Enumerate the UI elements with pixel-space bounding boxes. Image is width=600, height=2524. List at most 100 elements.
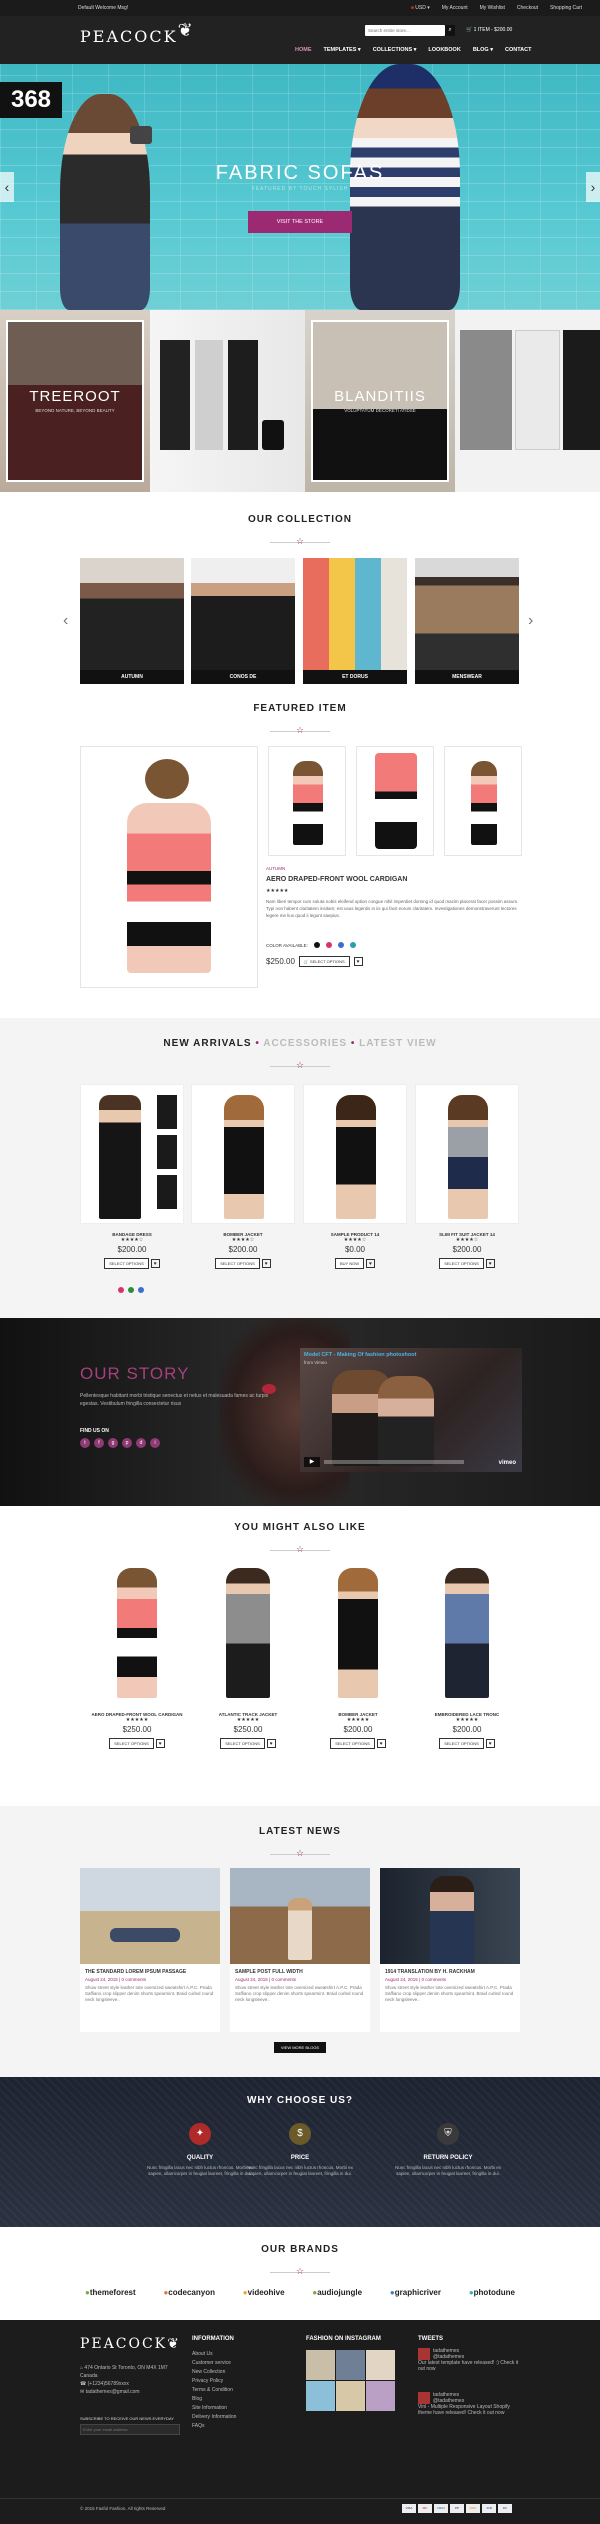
wishlist-heart-icon[interactable]: ♥	[376, 1739, 386, 1748]
instagram-photo[interactable]	[366, 2381, 395, 2411]
pinterest-icon[interactable]: p	[122, 1438, 132, 1448]
link-checkout[interactable]: Checkout	[517, 5, 538, 11]
footer-link[interactable]: FAQs	[192, 2422, 236, 2431]
instagram-photo[interactable]	[306, 2381, 335, 2411]
also-like-product-2[interactable]: ATLANTIC TRACK JACKET ★★★★★ $250.00 SELE…	[196, 1564, 300, 1749]
hero-prev-arrow[interactable]: ‹	[0, 172, 14, 202]
select-options-button[interactable]: SELECT OPTIONS	[220, 1738, 265, 1749]
nav-templates[interactable]: TEMPLATES ▾	[324, 47, 361, 53]
color-swatch-teal[interactable]	[349, 942, 356, 948]
instagram-photo[interactable]	[366, 2350, 395, 2380]
color-swatch-black[interactable]	[313, 942, 320, 948]
instagram-photo[interactable]	[336, 2350, 365, 2380]
view-more-blogs-button[interactable]: VIEW MORE BLOGS	[274, 2042, 326, 2053]
color-swatch-pink[interactable]	[325, 942, 332, 948]
facebook-icon[interactable]: f	[94, 1438, 104, 1448]
select-options-button[interactable]: SELECT OPTIONS	[439, 1738, 484, 1749]
wishlist-heart-icon[interactable]: ♥	[366, 1259, 375, 1268]
wishlist-heart-icon[interactable]: ♥	[266, 1739, 276, 1748]
brand-themeforest[interactable]: ●themeforest	[85, 2288, 136, 2297]
brand-audiojungle[interactable]: ●audiojungle	[312, 2288, 362, 2297]
post-title[interactable]: SAMPLE POST FULL WIDTH	[235, 1969, 365, 1975]
news-post-2[interactable]: SAMPLE POST FULL WIDTH August 24, 2015 |…	[230, 1868, 370, 2032]
link-my-wishlist[interactable]: My Wishlist	[480, 5, 505, 11]
footer-link[interactable]: Terms & Condition	[192, 2386, 236, 2395]
link-shopping-cart[interactable]: Shopping Cart	[550, 5, 582, 11]
buy-now-button[interactable]: BUY NOW	[335, 1258, 365, 1269]
video-title[interactable]: Model CFT - Making Of fashion photoshoot	[304, 1352, 416, 1358]
brand-videohive[interactable]: ●videohive	[243, 2288, 285, 2297]
brand-codecanyon[interactable]: ●codecanyon	[163, 2288, 215, 2297]
tab-latest-view[interactable]: LATEST VIEW	[359, 1038, 436, 1049]
featured-product-name[interactable]: AERO DRAPED-FRONT WOOL CARDIGAN	[266, 876, 407, 883]
select-options-button[interactable]: SELECT OPTIONS	[109, 1738, 154, 1749]
hero-next-arrow[interactable]: ›	[586, 172, 600, 202]
mini-cart[interactable]: 🛒 1 ITEM - $200.00	[466, 27, 512, 33]
nav-home[interactable]: HOME	[295, 47, 312, 53]
wishlist-heart-icon[interactable]: ♥	[485, 1259, 495, 1268]
footer-logo[interactable]: PEACOCK❦	[80, 2336, 181, 2352]
wishlist-heart-icon[interactable]: ♥	[261, 1259, 271, 1268]
instagram-photo[interactable]	[336, 2381, 365, 2411]
select-options-button[interactable]: SELECT OPTIONS	[439, 1258, 484, 1269]
also-like-product-1[interactable]: AERO DRAPED-FRONT WOOL CARDIGAN ★★★★★ $2…	[85, 1564, 189, 1749]
featured-thumb-3[interactable]	[444, 746, 522, 856]
googleplus-icon[interactable]: g	[108, 1438, 118, 1448]
color-swatch-blue[interactable]	[337, 942, 344, 948]
instagram-photo[interactable]	[306, 2350, 335, 2380]
arrival-product-4[interactable]: SLIM FIT SUIT JACKET 14 ★★★★☆ $200.00 SE…	[415, 1084, 519, 1269]
brand-graphicriver[interactable]: ●graphicriver	[390, 2288, 441, 2297]
arrival-product-1[interactable]: BANDAGE DRESS ★★★★☆ $200.00 SELECT OPTIO…	[80, 1084, 184, 1269]
nav-collections[interactable]: COLLECTIONS ▾	[373, 47, 417, 53]
newsletter-input[interactable]	[80, 2424, 180, 2435]
collection-prev-arrow[interactable]: ‹	[63, 612, 68, 630]
footer-link[interactable]: Privacy Policy	[192, 2377, 236, 2386]
footer-email[interactable]: tadathemes@gmail.com	[86, 2389, 140, 2395]
color-dot-pink[interactable]	[118, 1287, 124, 1293]
post-title[interactable]: THE STANDARD LOREM IPSUM PASSAGE	[85, 1969, 215, 1975]
nav-lookbook[interactable]: LOOKBOOK	[428, 47, 460, 53]
arrival-product-2[interactable]: BOMBER JACKET ★★★★☆ $200.00 SELECT OPTIO…	[191, 1084, 295, 1269]
collection-item-etdorus[interactable]: ET DORUS	[303, 558, 407, 684]
arrival-product-3[interactable]: SAMPLE PRODUCT 14 ★★★★☆ $0.00 BUY NOW ♥	[303, 1084, 407, 1269]
news-post-1[interactable]: THE STANDARD LOREM IPSUM PASSAGE August …	[80, 1868, 220, 2032]
news-post-3[interactable]: 1914 TRANSLATION BY H. RACKHAM August 24…	[380, 1868, 520, 2032]
site-logo[interactable]: PEACOCK❦	[80, 20, 195, 47]
select-options-button[interactable]: 🛒 SELECT OPTIONS	[298, 956, 350, 967]
featured-thumb-1[interactable]	[268, 746, 346, 856]
footer-link[interactable]: Site Information	[192, 2404, 236, 2413]
footer-link[interactable]: Blog	[192, 2395, 236, 2404]
play-icon[interactable]: ▶	[304, 1457, 320, 1467]
video-player[interactable]: Model CFT - Making Of fashion photoshoot…	[300, 1348, 522, 1472]
footer-link[interactable]: New Collection	[192, 2368, 236, 2377]
promo-treeroot[interactable]: TREEROOT BEYOND NATURE, BEYOND BEAUTY	[0, 310, 150, 492]
footer-link[interactable]: Delivery Information	[192, 2413, 236, 2422]
wishlist-heart-icon[interactable]: ♥	[485, 1739, 495, 1748]
visit-store-button[interactable]: VISIT THE STORE	[248, 211, 352, 233]
post-title[interactable]: 1914 TRANSLATION BY H. RACKHAM	[385, 1969, 515, 1975]
search-button[interactable]: ⌕	[445, 25, 455, 36]
footer-link[interactable]: About Us	[192, 2350, 236, 2359]
promo-blanditiis[interactable]: BLANDITIIS VOLUPTATUM DECORETI ATIDSE	[305, 310, 455, 492]
vimeo-logo[interactable]: vimeo	[499, 1460, 516, 1466]
search-input[interactable]	[365, 25, 445, 36]
featured-category[interactable]: AUTUMN	[266, 866, 285, 871]
collection-item-conos[interactable]: CONOS DE	[191, 558, 295, 684]
brand-photodune[interactable]: ●photodune	[469, 2288, 515, 2297]
link-my-account[interactable]: My Account	[442, 5, 468, 11]
featured-main-image[interactable]	[80, 746, 258, 988]
nav-blog[interactable]: BLOG ▾	[473, 47, 493, 53]
collection-next-arrow[interactable]: ›	[528, 612, 533, 630]
footer-link[interactable]: Customer service	[192, 2359, 236, 2368]
color-dot-green[interactable]	[128, 1287, 134, 1293]
video-progress-bar[interactable]	[324, 1460, 464, 1464]
currency-selector[interactable]: ■ USD ▾	[411, 5, 430, 11]
featured-thumb-2[interactable]	[356, 746, 434, 856]
color-dot-blue[interactable]	[138, 1287, 144, 1293]
nav-contact[interactable]: CONTACT	[505, 47, 531, 53]
instagram-icon[interactable]: i	[150, 1438, 160, 1448]
select-options-button[interactable]: SELECT OPTIONS	[215, 1258, 260, 1269]
tab-new-arrivals[interactable]: NEW ARRIVALS	[163, 1038, 251, 1049]
wishlist-heart-icon[interactable]: ♥	[353, 957, 363, 966]
tab-accessories[interactable]: ACCESSORIES	[263, 1038, 347, 1049]
